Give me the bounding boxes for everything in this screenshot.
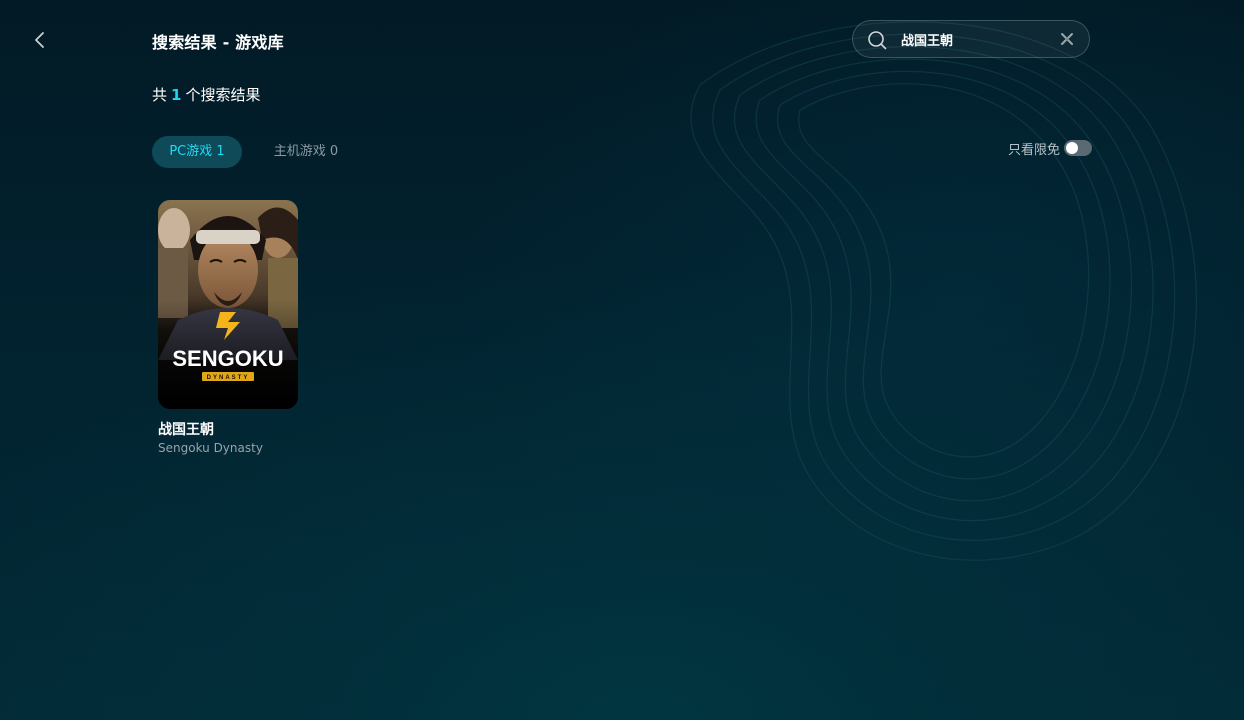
result-count-suffix: 个搜索结果 [185, 86, 261, 104]
search-icon[interactable] [867, 30, 887, 50]
result-count-number: 1 [171, 86, 182, 104]
tab-console-games[interactable]: 主机游戏 0 [262, 136, 350, 168]
game-card[interactable]: SENGOKU DYNASTY 战国王朝 Sengoku Dynasty [158, 200, 298, 455]
close-icon[interactable] [1059, 31, 1075, 47]
free-only-label: 只看限免 [1007, 142, 1060, 158]
free-only-toggle[interactable] [1064, 140, 1092, 156]
search-box[interactable] [852, 20, 1090, 58]
tab-pc-games[interactable]: PC游戏 1 [152, 136, 242, 168]
free-only-filter[interactable]: 只看限免 [1008, 138, 1092, 158]
cover-logo-subtext: DYNASTY [207, 375, 250, 381]
cover-logo-text: SENGOKU [172, 346, 283, 371]
toggle-knob [1066, 142, 1078, 154]
chevron-left-icon [35, 32, 44, 48]
app-window: 搜索结果 - 游戏库 共1个搜索结果 PC游戏 1 主机游戏 0 只看限免 [0, 0, 1244, 720]
result-count: 共 1 个搜索结果 [152, 84, 260, 105]
game-cover-image[interactable]: SENGOKU DYNASTY [158, 200, 298, 409]
back-button[interactable] [28, 28, 52, 52]
game-subtitle: Sengoku Dynasty [158, 441, 263, 455]
search-input[interactable] [901, 29, 1051, 49]
result-count-prefix: 共 [152, 86, 168, 104]
game-title[interactable]: 战国王朝 [158, 419, 298, 439]
page-title: 搜索结果 - 游戏库 [152, 33, 284, 52]
